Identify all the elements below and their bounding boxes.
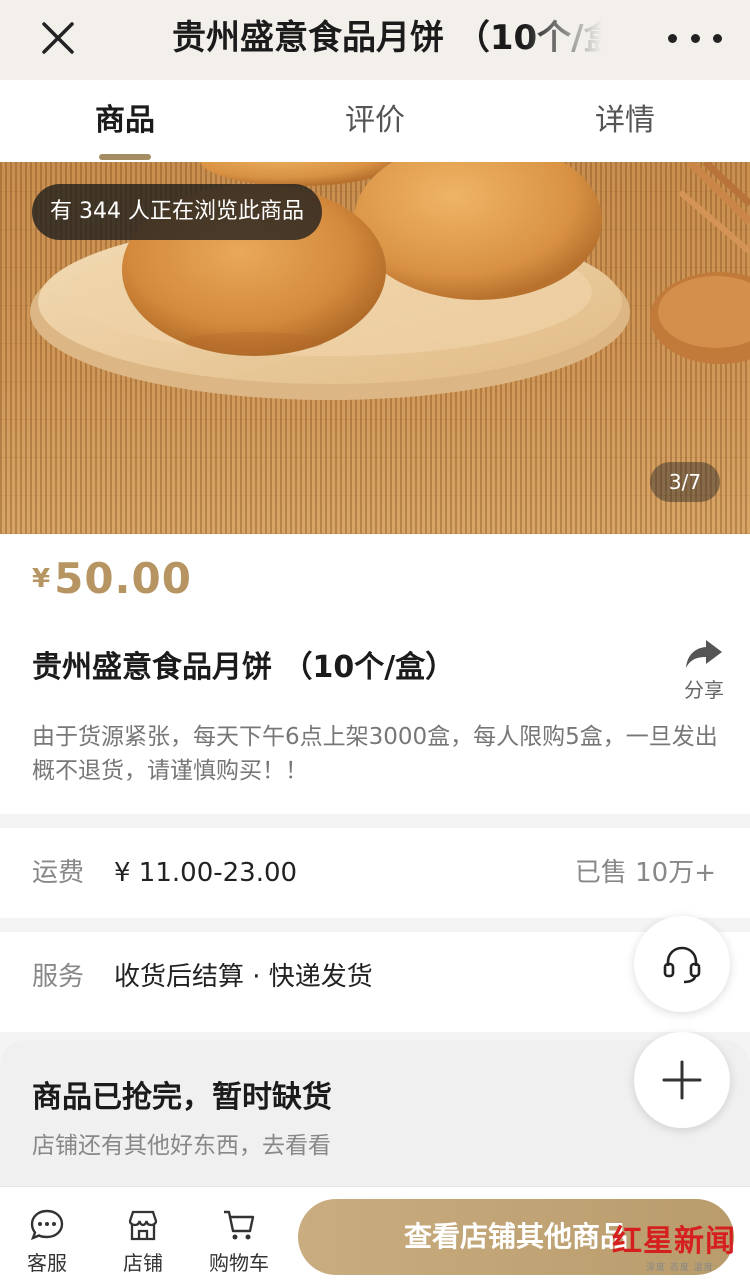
customer-service-tab[interactable]: 客服 xyxy=(2,1207,92,1276)
viewer-count-badge: 有 344 人正在浏览此商品 xyxy=(32,184,322,240)
share-button[interactable]: 分享 xyxy=(674,638,734,708)
plus-icon xyxy=(662,1060,702,1100)
cart-icon xyxy=(224,1210,255,1240)
price-amount: 50.00 xyxy=(54,554,192,603)
bottom-bar: 客服 店铺 购物车 查看店铺其他商品 xyxy=(0,1186,750,1286)
store-tab[interactable]: 店铺 xyxy=(98,1207,188,1276)
title-bar: 贵州盛意食品月饼 （10个/盒） xyxy=(0,0,750,80)
cart-label: 购物车 xyxy=(209,1251,269,1275)
tab-reviews[interactable]: 评价 xyxy=(330,80,420,162)
shipping-row: 运费 ¥ 11.00-23.00 已售 10万+ xyxy=(0,828,750,918)
product-description: 由于货源紧张，每天下午6点上架3000盒，每人限购5盒，一旦发出概不退货，请谨慎… xyxy=(32,724,718,784)
sold-out-subtitle: 店铺还有其他好东西，去看看 xyxy=(32,1133,331,1159)
tab-details[interactable]: 详情 xyxy=(580,80,670,162)
close-icon[interactable] xyxy=(34,14,82,62)
customer-service-button[interactable] xyxy=(634,916,730,1012)
shipping-fee: ¥ 11.00-23.00 xyxy=(114,858,298,888)
store-label: 店铺 xyxy=(123,1251,163,1275)
shipping-label: 运费 xyxy=(32,858,85,888)
active-tab-indicator xyxy=(99,154,151,160)
product-info-card: ¥50.00 贵州盛意食品月饼 （10个/盒） 分享 由于货源紧张，每天下午6点… xyxy=(0,534,750,814)
add-button[interactable] xyxy=(634,1032,730,1128)
image-pager: 3/7 xyxy=(650,462,720,502)
service-label: 服务 xyxy=(32,962,85,992)
page-title: 贵州盛意食品月饼 （10个/盒） xyxy=(172,18,602,58)
service-value: 收货后结算 · 快递发货 xyxy=(114,962,373,992)
tab-bar: 商品 评价 详情 xyxy=(0,80,750,162)
share-label: 分享 xyxy=(684,678,724,702)
headset-icon xyxy=(663,946,701,984)
customer-service-label: 客服 xyxy=(27,1251,67,1275)
view-store-products-button[interactable]: 查看店铺其他商品 xyxy=(298,1199,734,1275)
store-icon xyxy=(128,1210,158,1241)
price: ¥50.00 xyxy=(32,554,192,603)
tab-product[interactable]: 商品 xyxy=(80,80,170,162)
product-name: 贵州盛意食品月饼 （10个/盒） xyxy=(32,650,456,685)
sold-out-title: 商品已抢完，暂时缺货 xyxy=(32,1080,332,1115)
chat-icon xyxy=(30,1209,64,1241)
sold-count: 已售 10万+ xyxy=(574,858,716,888)
cart-tab[interactable]: 购物车 xyxy=(194,1207,284,1276)
more-icon[interactable] xyxy=(668,20,722,56)
share-icon xyxy=(686,640,722,668)
currency-symbol: ¥ xyxy=(32,564,51,594)
